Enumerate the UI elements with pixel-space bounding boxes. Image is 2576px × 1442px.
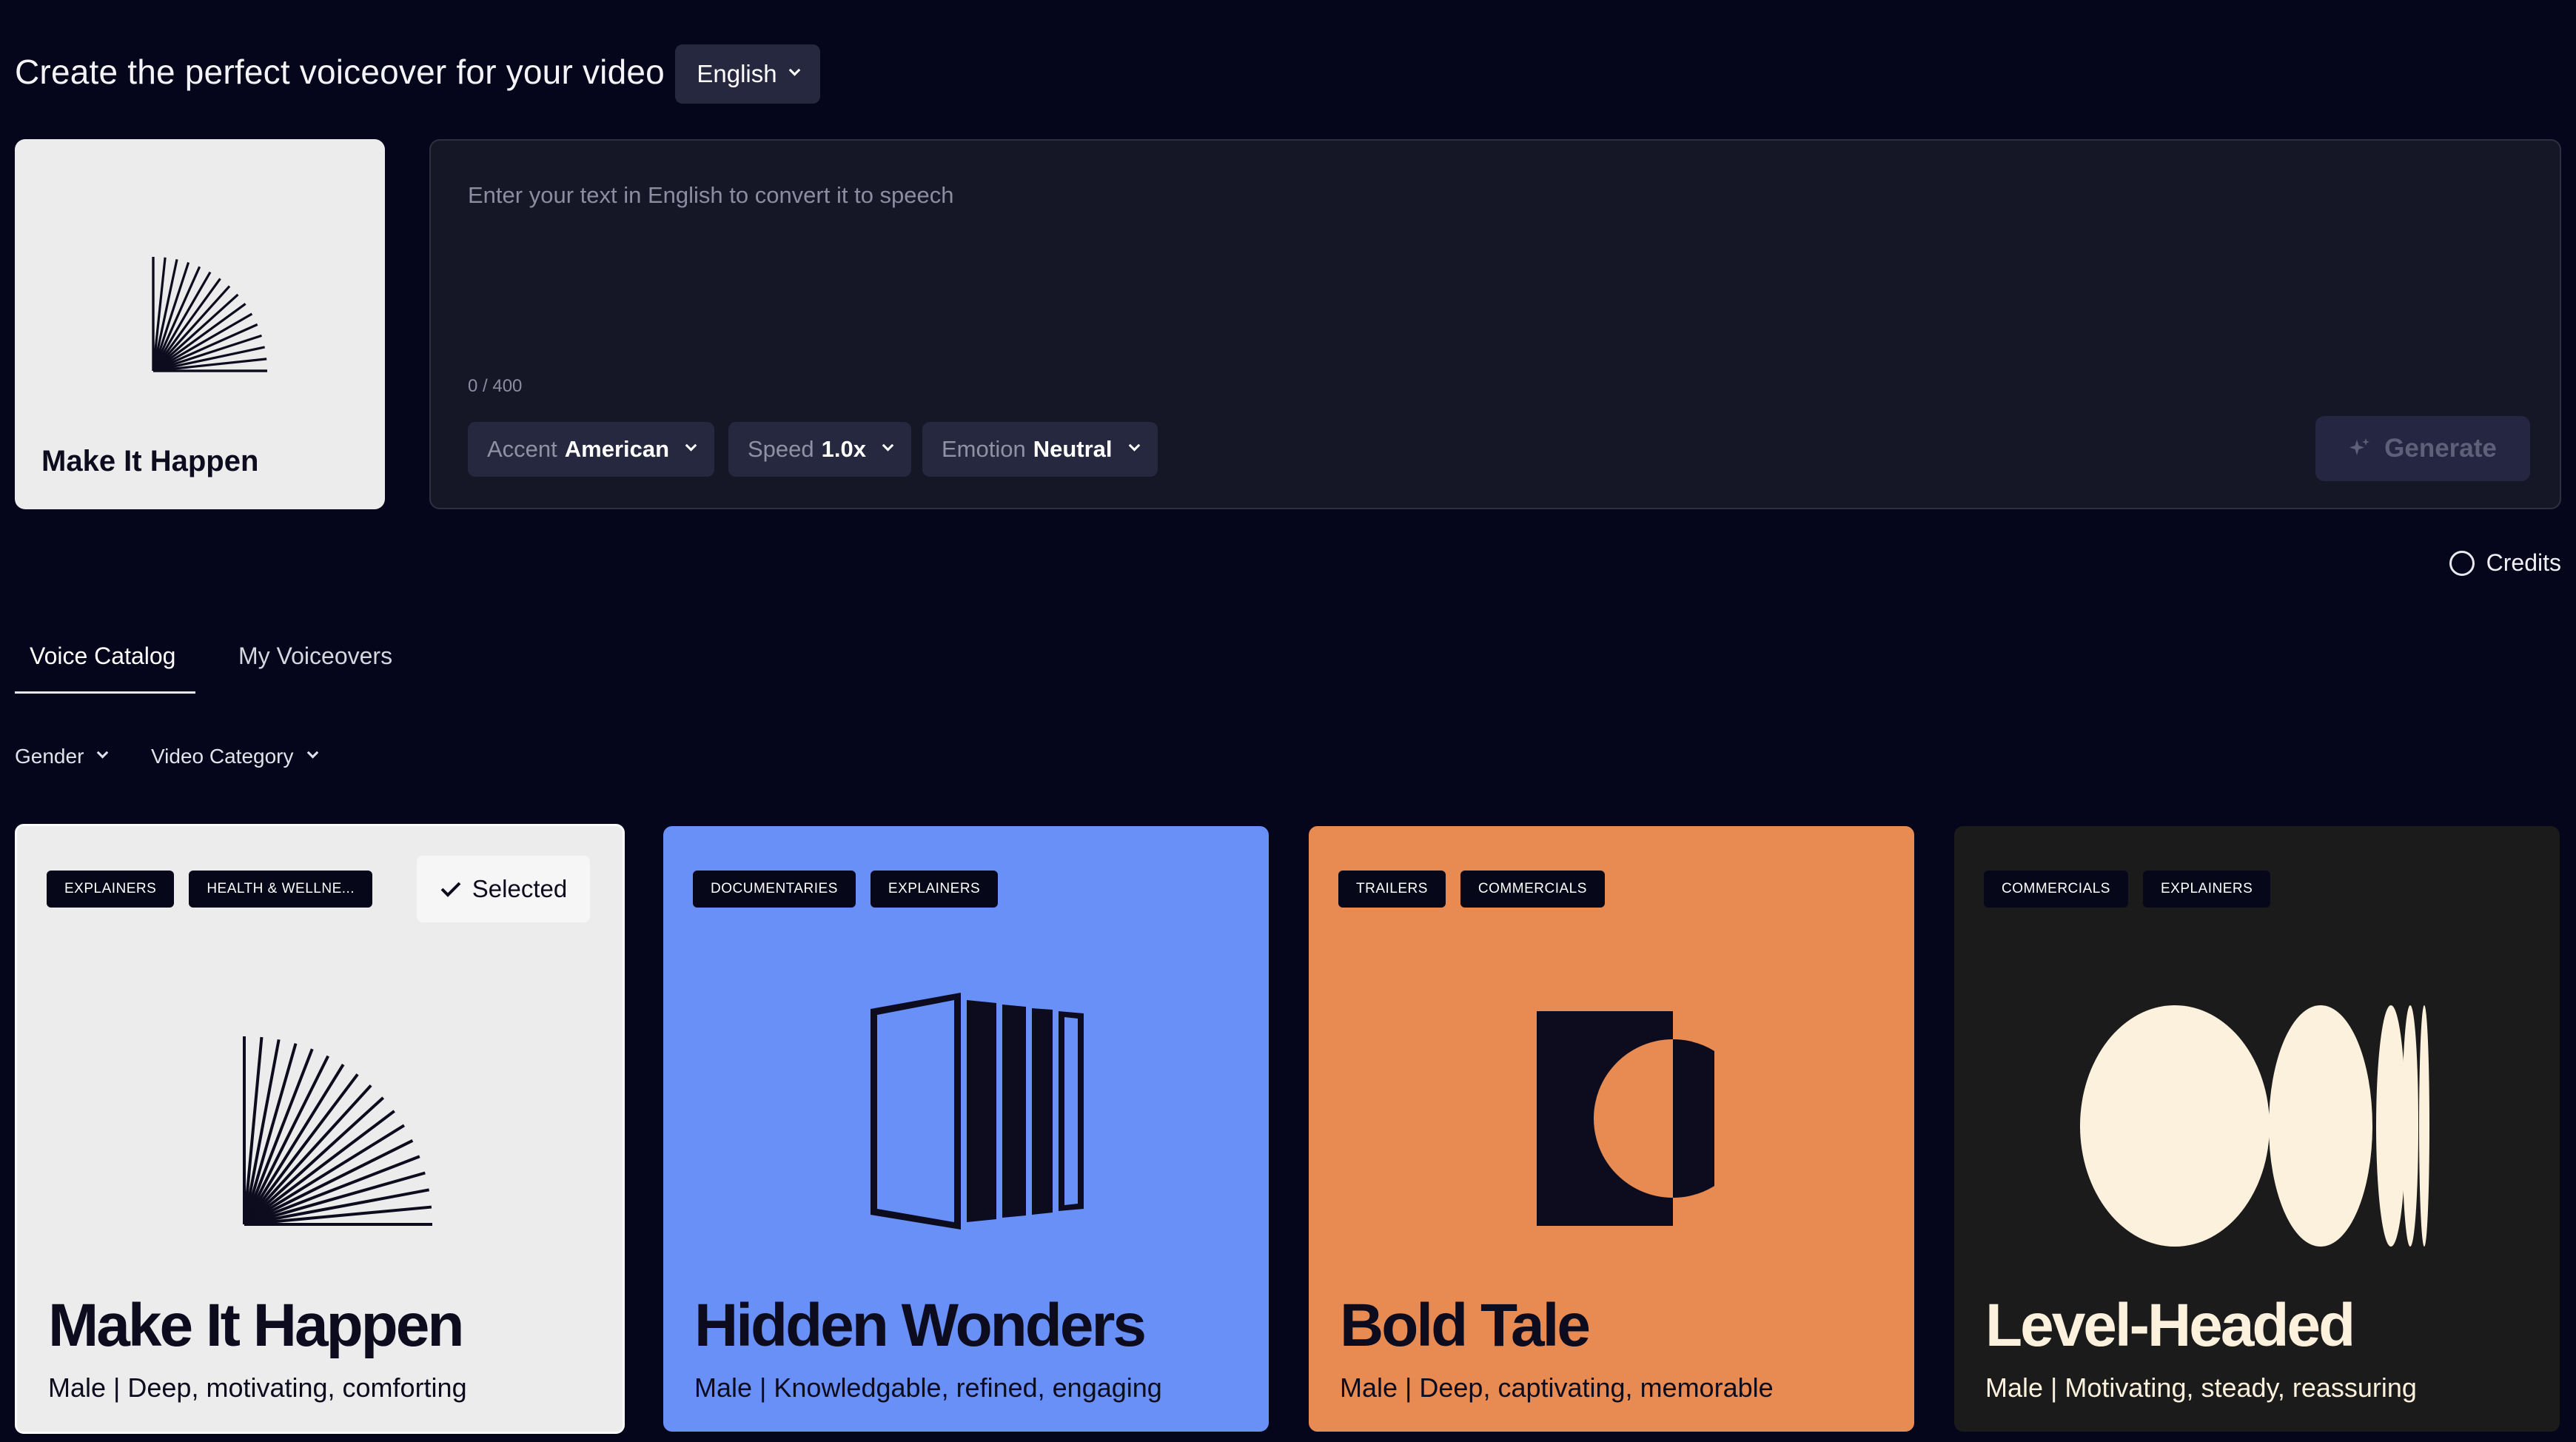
accent-dropdown[interactable]: Accent American [468,422,715,477]
voice-description: Male | Knowledgable, refined, engaging [694,1372,1162,1403]
preview-voice-name: Make It Happen [41,445,259,477]
category-tag: COMMERCIALS [1460,871,1605,908]
emotion-dropdown[interactable]: Emotion Neutral [922,422,1158,477]
page-title: Create the perfect voiceover for your vi… [15,53,665,91]
category-tag: DOCUMENTARIES [693,871,856,908]
voice-card-level-headed[interactable]: COMMERCIALS EXPLAINERS Level-Headed Male… [1954,826,2560,1432]
chevron-down-icon [1128,439,1140,452]
credits-indicator[interactable]: Credits [2449,549,2561,577]
stacked-panels-icon [871,993,1084,1230]
accent-label: Accent [487,436,557,462]
ellipse-sequence-icon [2080,1005,2429,1247]
generate-button[interactable]: Generate [2315,416,2530,481]
gender-filter-label: Gender [15,745,84,768]
voice-name: Bold Tale [1340,1292,1591,1359]
emotion-label: Emotion [942,436,1026,462]
voice-card-bold-tale[interactable]: TRAILERS COMMERCIALS Bold Tale Male | De… [1309,826,1914,1432]
tab-voice-catalog[interactable]: Voice Catalog [30,643,175,670]
voice-card-hidden-wonders[interactable]: DOCUMENTARIES EXPLAINERS Hidden Wonders … [663,826,1269,1432]
script-input[interactable]: Enter your text in English to convert it… [468,182,954,209]
speed-label: Speed [748,436,814,462]
checkmark-icon [440,882,461,897]
voice-card-make-it-happen[interactable]: EXPLAINERS HEALTH & WELLNE... Selected M… [15,824,625,1434]
accent-value: American [564,436,670,462]
speed-dropdown[interactable]: Speed 1.0x [728,422,911,477]
category-tag: EXPLAINERS [870,871,999,908]
voice-description: Male | Motivating, steady, reassuring [1985,1372,2417,1403]
voice-preview-card[interactable]: Make It Happen [15,139,385,509]
half-circle-block-icon [1537,1011,1714,1226]
sparkle-icon [2349,438,2370,455]
speed-value: 1.0x [821,436,866,462]
category-tag: COMMERCIALS [1984,871,2128,908]
category-tag: EXPLAINERS [2142,871,2271,908]
fan-lines-icon [243,1036,432,1226]
credits-label: Credits [2486,549,2561,576]
chevron-down-icon [788,64,800,76]
voice-description: Male | Deep, captivating, memorable [1340,1372,1774,1403]
voice-name: Make It Happen [48,1292,464,1359]
generate-label: Generate [2384,434,2497,463]
character-counter: 0 / 400 [468,376,523,396]
chevron-down-icon [306,746,318,759]
credits-icon [2449,550,2475,576]
category-tag: TRAILERS [1338,871,1446,908]
tab-my-voiceovers[interactable]: My Voiceovers [238,643,392,670]
voice-description: Male | Deep, motivating, comforting [48,1372,467,1403]
chevron-down-icon [97,746,109,759]
category-tag: EXPLAINERS [47,871,175,908]
language-dropdown[interactable]: English [675,44,820,104]
script-editor-panel: Enter your text in English to convert it… [429,139,2561,509]
language-label: English [697,60,777,87]
emotion-value: Neutral [1033,436,1113,462]
voice-name: Level-Headed [1985,1292,2355,1359]
selected-badge: Selected [417,856,590,922]
chevron-down-icon [882,439,894,452]
voice-name: Hidden Wonders [694,1292,1147,1359]
chevron-down-icon [685,439,697,452]
video-category-filter-label: Video Category [151,745,294,768]
fan-lines-icon [152,257,267,372]
category-tag: HEALTH & WELLNE... [189,871,373,908]
selected-label: Selected [472,875,568,902]
active-tab-indicator [15,691,195,694]
video-category-filter[interactable]: Video Category [151,745,318,768]
gender-filter[interactable]: Gender [15,745,109,768]
